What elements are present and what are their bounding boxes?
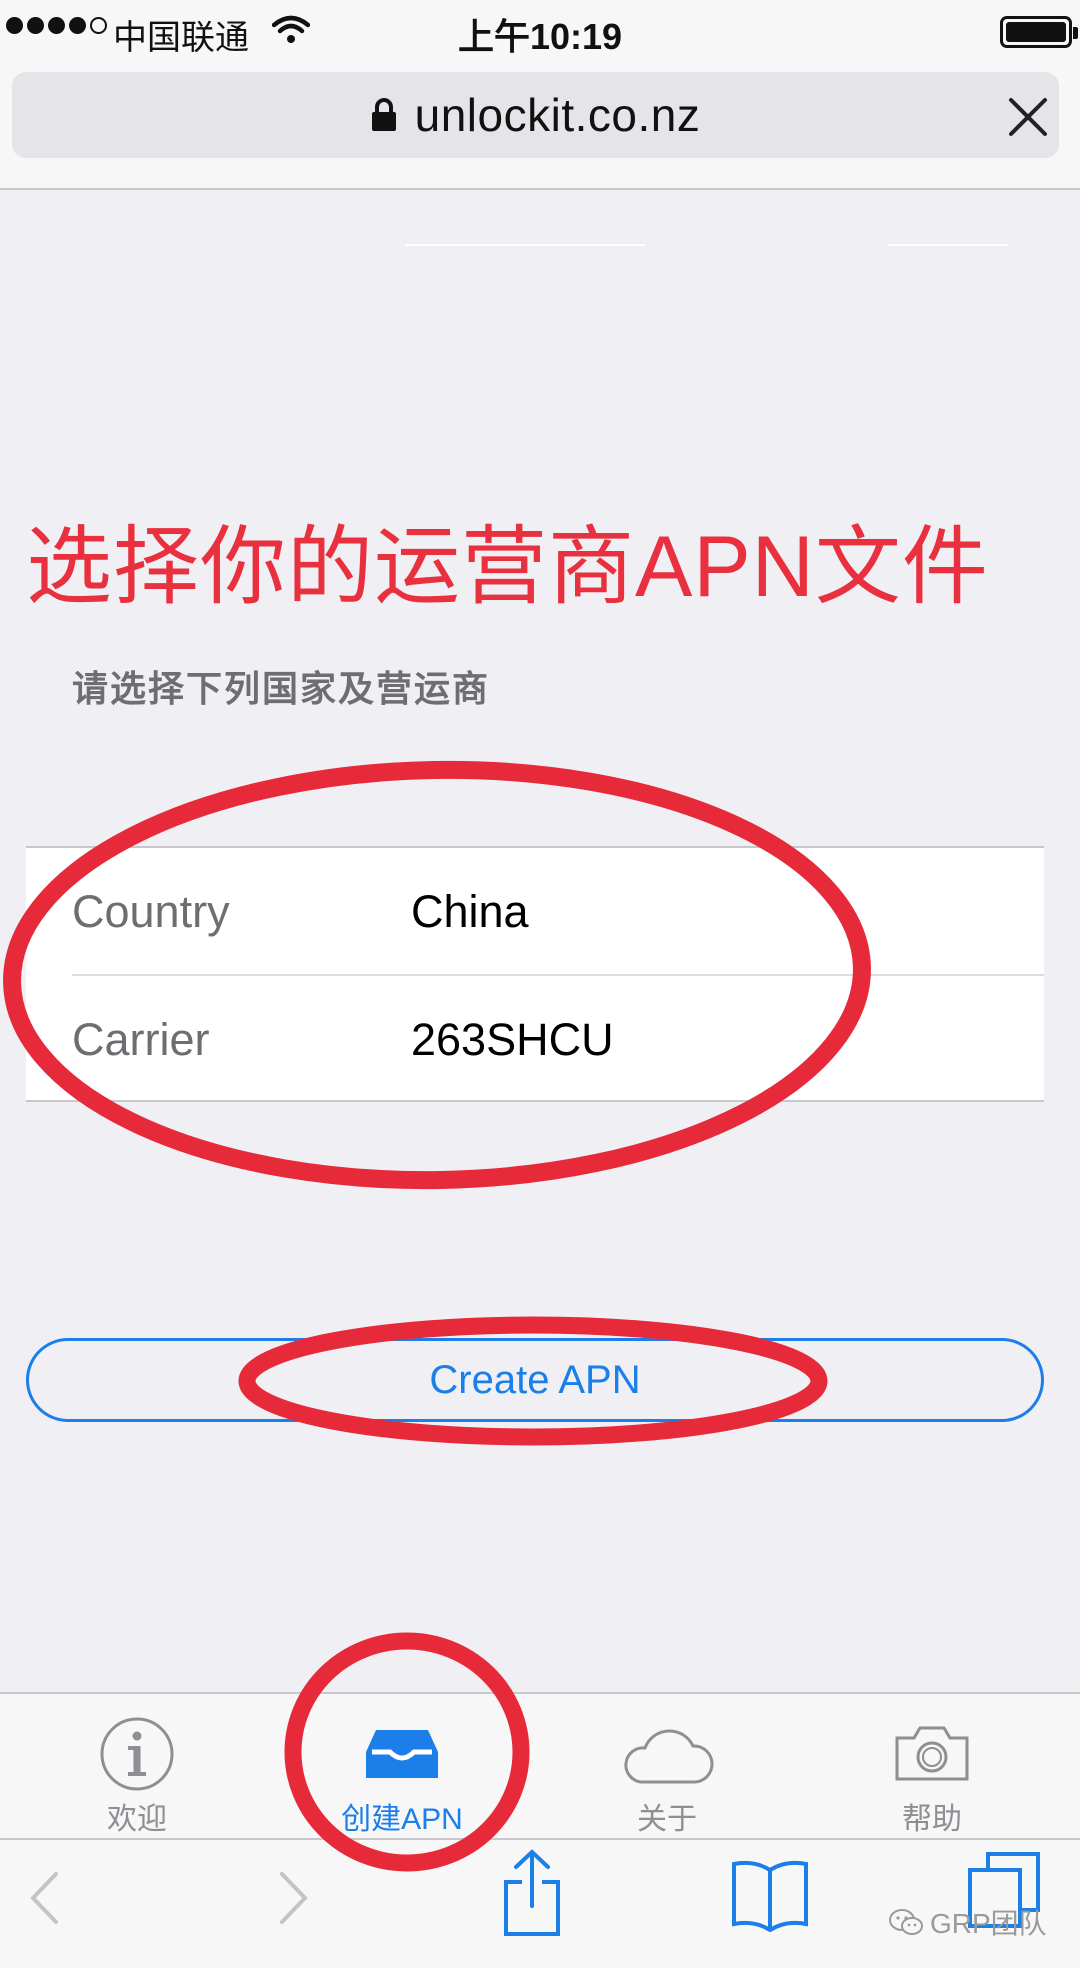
back-icon[interactable]	[28, 1870, 60, 1926]
tab-bar: 欢迎 创建APN 关于 帮助	[0, 1692, 1080, 1838]
country-label: Country	[72, 886, 230, 937]
watermark: GRP团队	[888, 1902, 1047, 1942]
country-value[interactable]: China	[411, 886, 529, 938]
status-bar: 中国联通 上午10:19	[0, 0, 1080, 64]
carrier-label: Carrier	[72, 1014, 210, 1065]
wechat-icon	[889, 1909, 923, 1935]
country-row[interactable]: Country China	[26, 848, 1044, 976]
apn-form: Country China Carrier 263SHCU	[26, 846, 1044, 1102]
annotation-title: 选择你的运营商APN文件	[26, 519, 989, 615]
section-header: 请选择下列国家及营运商	[72, 668, 491, 709]
url-text: unlockit.co.nz	[414, 89, 701, 141]
status-time: 上午10:19	[457, 16, 623, 57]
close-icon[interactable]	[1007, 96, 1049, 138]
address-bar-area: unlockit.co.nz	[0, 64, 1080, 190]
tab-label: 创建APN	[341, 1803, 463, 1836]
carrier-row[interactable]: Carrier 263SHCU	[26, 976, 1044, 1103]
divider	[405, 244, 645, 246]
share-icon[interactable]	[500, 1848, 564, 1938]
lock-icon	[371, 98, 396, 131]
tray-icon	[366, 1730, 438, 1778]
tab-about[interactable]: 关于	[567, 1694, 767, 1840]
watermark-text: GRP团队	[930, 1908, 1047, 1939]
cloud-icon	[624, 1729, 714, 1784]
tab-label: 欢迎	[107, 1803, 167, 1836]
bookmarks-icon[interactable]	[730, 1856, 810, 1932]
forward-icon[interactable]	[278, 1870, 310, 1926]
create-apn-button[interactable]: Create APN	[26, 1338, 1044, 1422]
carrier-value[interactable]: 263SHCU	[411, 1014, 614, 1066]
address-bar[interactable]: unlockit.co.nz	[12, 72, 1059, 158]
tab-welcome[interactable]: 欢迎	[37, 1694, 237, 1840]
tab-help[interactable]: 帮助	[832, 1694, 1032, 1840]
info-icon	[100, 1717, 174, 1791]
camera-icon	[895, 1726, 969, 1781]
tab-create-apn[interactable]: 创建APN	[302, 1694, 502, 1840]
tab-label: 关于	[637, 1803, 697, 1836]
divider	[888, 244, 1008, 246]
tab-label: 帮助	[902, 1803, 962, 1836]
battery-icon	[1000, 16, 1078, 48]
